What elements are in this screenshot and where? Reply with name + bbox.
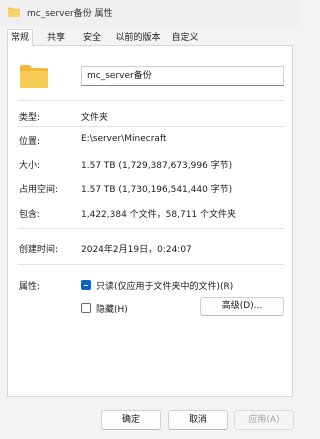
contains-value: 1,422,384 个文件，58,711 个文件夹 <box>81 210 237 220</box>
size-on-disk-label: 占用空间: <box>19 185 59 195</box>
ok-button[interactable]: 确定 <box>101 410 161 430</box>
hidden-checkbox[interactable] <box>81 303 91 313</box>
apply-button[interactable]: 应用(A) <box>234 410 294 430</box>
size-on-disk-value: 1.57 TB (1,730,196,541,440 字节) <box>81 185 233 195</box>
divider <box>18 126 284 127</box>
tab-security[interactable]: 安全 <box>79 29 105 45</box>
tab-sharing[interactable]: 共享 <box>43 29 69 45</box>
cancel-button[interactable]: 取消 <box>168 410 228 430</box>
size-value: 1.57 TB (1,729,387,673,996 字节) <box>81 161 233 171</box>
divider <box>18 228 284 229</box>
tab-general[interactable]: 常规 <box>7 29 33 46</box>
folder-icon <box>20 65 48 88</box>
created-value: 2024年2月19日，0:24:07 <box>81 245 192 255</box>
size-label: 大小: <box>19 161 41 171</box>
tab-bar: 常规 共享 安全 以前的版本 自定义 <box>7 29 293 46</box>
folder-icon <box>8 7 20 17</box>
divider <box>18 100 284 101</box>
contains-label: 包含: <box>19 210 41 220</box>
readonly-checkbox[interactable] <box>81 280 91 290</box>
location-value: E:\server\Minecraft <box>81 134 167 144</box>
attributes-label: 属性: <box>19 282 41 292</box>
readonly-label[interactable]: 只读(仅应用于文件夹中的文件)(R) <box>96 279 233 292</box>
tab-customize[interactable]: 自定义 <box>167 29 203 45</box>
type-label: 类型: <box>19 113 41 123</box>
window-title: mc_server备份 属性 <box>27 9 113 19</box>
divider <box>18 264 284 265</box>
general-panel: mc_server备份 类型: 文件夹 位置: E:\server\Minecr… <box>7 45 293 397</box>
advanced-button[interactable]: 高级(D)... <box>200 297 284 316</box>
folder-name-input[interactable]: mc_server备份 <box>81 66 284 86</box>
hidden-label[interactable]: 隐藏(H) <box>96 302 128 315</box>
created-label: 创建时间: <box>19 245 59 255</box>
type-value: 文件夹 <box>81 113 109 123</box>
location-label: 位置: <box>19 137 41 147</box>
tab-previous-versions[interactable]: 以前的版本 <box>111 29 165 45</box>
title-bar: mc_server备份 属性 <box>0 0 300 26</box>
